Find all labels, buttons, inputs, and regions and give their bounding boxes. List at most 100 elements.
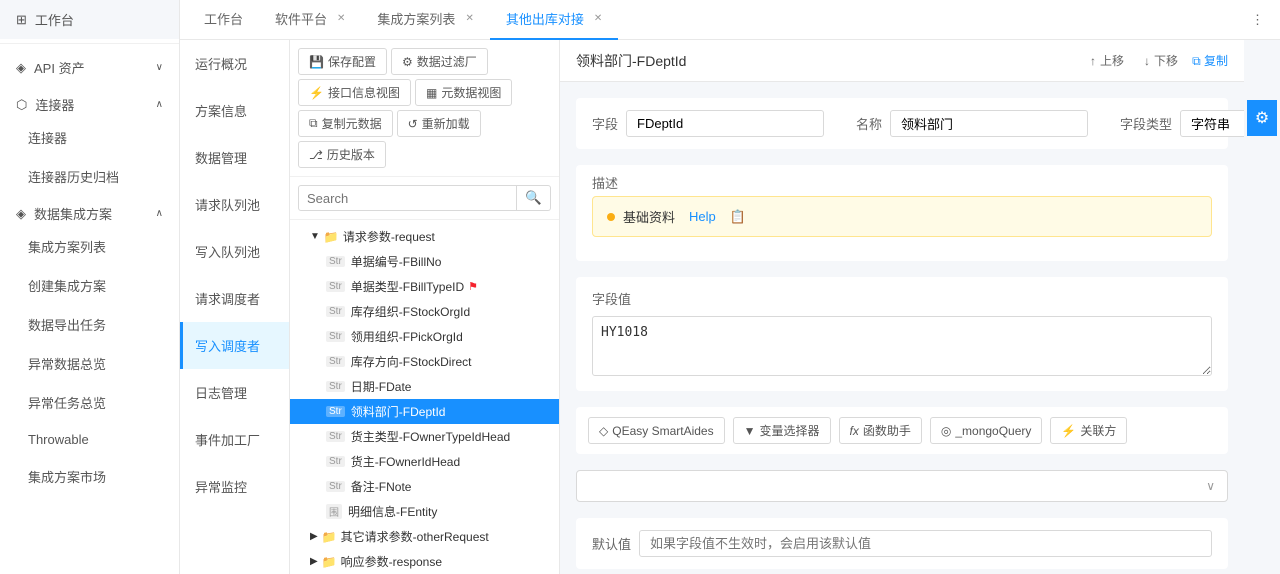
sidebar-item-marketplace[interactable]: 集成方案市场 (0, 457, 179, 496)
history-label: 历史版本 (327, 146, 375, 163)
save-config-label: 保存配置 (328, 53, 376, 70)
sidebar-item-integration-list[interactable]: 集成方案列表 (0, 227, 179, 266)
search-input[interactable] (298, 185, 517, 211)
type-input[interactable] (1180, 110, 1244, 137)
sidebar-item-create-integration[interactable]: 创建集成方案 (0, 266, 179, 305)
nav-event-factory[interactable]: 事件加工厂 (180, 416, 289, 463)
tab-workbench[interactable]: 工作台 (188, 0, 259, 40)
nav-request-scheduler[interactable]: 请求调度者 (180, 275, 289, 322)
tree-node-fdate[interactable]: Str 日期-FDate (290, 374, 559, 399)
tree-node-response[interactable]: ▶ 📁 响应参数-response (290, 549, 559, 574)
help-link[interactable]: Help (689, 209, 716, 224)
tab-integration-list-close[interactable]: ✕ (465, 13, 473, 24)
detail-header: 领料部门-FDeptId ↑ 上移 ↓ 下移 (560, 40, 1244, 82)
tree-node-fbillno[interactable]: Str 单据编号-FBillNo (290, 249, 559, 274)
sidebar-item-connector-sub[interactable]: 连接器 (0, 118, 179, 157)
tabs-more-button[interactable]: ⋮ (1243, 12, 1272, 28)
meta-view-button[interactable]: ▦ 元数据视图 (415, 79, 512, 106)
value-section: 字段值 HY1018 (576, 277, 1228, 391)
nav-write-queue-label: 写入队列池 (195, 245, 260, 260)
nav-write-queue[interactable]: 写入队列池 (180, 228, 289, 275)
save-config-button[interactable]: 💾 保存配置 (298, 48, 387, 75)
history-button[interactable]: ⎇ 历史版本 (298, 141, 386, 168)
field-input[interactable] (626, 110, 824, 137)
tree-node-fentity[interactable]: 围 明细信息-FEntity (290, 499, 559, 524)
sidebar-integration-list-label: 集成方案列表 (28, 237, 106, 256)
tree-node-fownertypeidhead[interactable]: Str 货主类型-FOwnerTypeIdHead (290, 424, 559, 449)
tab-integration-list-label: 集成方案列表 (377, 9, 455, 28)
tree-node-fstockdirect[interactable]: Str 库存方向-FStockDirect (290, 349, 559, 374)
tree-node-fpickorgid[interactable]: Str 领用组织-FPickOrgId (290, 324, 559, 349)
sidebar-item-data-export[interactable]: 数据导出任务 (0, 305, 179, 344)
nav-write-scheduler-label: 写入调度者 (195, 339, 260, 354)
nav-plan-info[interactable]: 方案信息 (180, 87, 289, 134)
tree-node-fbilltypeid[interactable]: Str 单据类型-FBillTypeID ⚑ (290, 274, 559, 299)
nav-log-mgmt[interactable]: 日志管理 (180, 369, 289, 416)
sidebar-item-connectors[interactable]: ⬡ 连接器 ∧ (0, 87, 179, 118)
search-row: 🔍 (290, 177, 559, 220)
copy-button[interactable]: ⧉ 复制 (1192, 52, 1228, 69)
node-label: 单据编号-FBillNo (351, 253, 442, 270)
sidebar-exception-tasks-label: 异常任务总览 (28, 393, 106, 412)
copy-detail-label: 复制 (1204, 54, 1228, 68)
name-input[interactable] (890, 110, 1088, 137)
up-button[interactable]: ↑ 上移 (1084, 50, 1130, 71)
type-badge-str: Str (326, 381, 345, 392)
copy-meta-button[interactable]: ⧉ 复制元数据 (298, 110, 393, 137)
api-view-button[interactable]: ⚡ 接口信息视图 (298, 79, 411, 106)
tab-other-db-close[interactable]: ✕ (594, 13, 602, 24)
sidebar-item-api-assets[interactable]: ◈ API 资产 ∨ (0, 48, 179, 87)
sidebar-item-exception-overview[interactable]: 异常数据总览 (0, 344, 179, 383)
tree-node-fdeptid[interactable]: Str 领料部门-FDeptId (290, 399, 559, 424)
nav-run-overview[interactable]: 运行概况 (180, 40, 289, 87)
name-label: 名称 (856, 114, 882, 133)
default-input[interactable] (639, 530, 1212, 557)
nav-data-mgmt[interactable]: 数据管理 (180, 134, 289, 181)
data-filter-button[interactable]: ⚙ 数据过滤厂 (391, 48, 488, 75)
settings-button[interactable]: ⚙ (1247, 100, 1277, 136)
type-badge-str: Str (326, 456, 345, 467)
related-button[interactable]: ⚡ 关联方 (1050, 417, 1127, 444)
node-label: 日期-FDate (351, 378, 412, 395)
value-textarea[interactable]: HY1018 (592, 316, 1212, 376)
node-label: 明细信息-FEntity (348, 503, 437, 520)
tab-software-close[interactable]: ✕ (337, 13, 345, 24)
right-settings-panel: ⚙ (1244, 40, 1280, 574)
tree-node-fowneridhead[interactable]: Str 货主-FOwnerIdHead (290, 449, 559, 474)
middle-panel: 💾 保存配置 ⚙ 数据过滤厂 ⚡ 接口信息视图 ▦ 元数据视图 (290, 40, 560, 574)
field-group: 字段 (592, 110, 824, 137)
api-view-label: 接口信息视图 (328, 84, 400, 101)
type-group: 字段类型 (1120, 110, 1244, 137)
tree-node-request-params[interactable]: ▼ 📁 请求参数-request (290, 224, 559, 249)
nav-write-scheduler[interactable]: 写入调度者 (180, 322, 289, 369)
tab-integration-list[interactable]: 集成方案列表 ✕ (361, 0, 489, 40)
api-view-icon: ⚡ (309, 86, 324, 100)
tab-other-db[interactable]: 其他出库对接 ✕ (490, 0, 618, 40)
tree-area: ▼ 📁 请求参数-request Str 单据编号-FBillNo Str 单据… (290, 220, 559, 574)
sidebar-item-data-integration[interactable]: ◈ 数据集成方案 ∧ (0, 196, 179, 227)
down-button[interactable]: ↓ 下移 (1138, 50, 1184, 71)
save-icon: 💾 (309, 55, 324, 69)
sidebar-item-throwable[interactable]: Throwable (0, 422, 179, 457)
nav-request-queue[interactable]: 请求队列池 (180, 181, 289, 228)
toolbar-row: 💾 保存配置 ⚙ 数据过滤厂 ⚡ 接口信息视图 ▦ 元数据视图 (290, 40, 559, 177)
qeasy-button[interactable]: ◇ QEasy SmartAides (588, 417, 725, 444)
variable-button[interactable]: ▼ 变量选择器 (733, 417, 831, 444)
tab-software[interactable]: 软件平台 ✕ (259, 0, 361, 40)
desc-copy-icon[interactable]: 📋 (730, 209, 746, 225)
reload-button[interactable]: ↺ 重新加载 (397, 110, 481, 137)
nav-exception-monitor[interactable]: 异常监控 (180, 463, 289, 510)
tree-node-fstockorgid[interactable]: Str 库存组织-FStockOrgId (290, 299, 559, 324)
func-helper-button[interactable]: fx 函数助手 (839, 417, 922, 444)
tree-node-fnote[interactable]: Str 备注-FNote (290, 474, 559, 499)
mongo-query-button[interactable]: ◎ _mongoQuery (930, 417, 1043, 444)
search-button[interactable]: 🔍 (517, 185, 551, 211)
tree-node-other-request[interactable]: ▶ 📁 其它请求参数-otherRequest (290, 524, 559, 549)
down-icon: ↓ (1144, 54, 1150, 68)
sidebar-item-workbench[interactable]: ⊞ 工作台 (0, 0, 179, 39)
sidebar-item-exception-tasks[interactable]: 异常任务总览 (0, 383, 179, 422)
dropdown-row[interactable]: ∨ (576, 470, 1228, 502)
shortcut-row: ◇ QEasy SmartAides ▼ 变量选择器 fx 函数助手 (576, 407, 1228, 454)
sidebar-connector-history-label: 连接器历史归档 (28, 167, 119, 186)
sidebar-item-connector-history[interactable]: 连接器历史归档 (0, 157, 179, 196)
